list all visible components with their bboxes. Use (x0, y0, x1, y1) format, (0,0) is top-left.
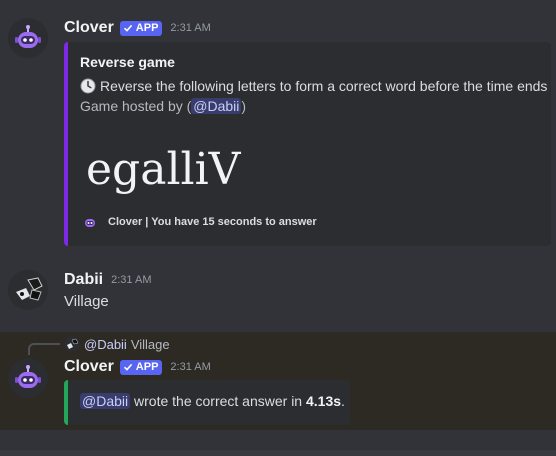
timestamp[interactable]: 2:31 AM (170, 22, 210, 34)
embed-title: Reverse game (80, 54, 175, 70)
message-input-edge (0, 450, 556, 456)
message-text: Village (64, 293, 109, 310)
embed-host-line: Game hosted by (@Dabii) (80, 98, 246, 114)
host-suffix: ) (241, 98, 247, 114)
answer-text: wrote the correct answer in (134, 393, 303, 409)
footer-robot-icon (80, 212, 100, 232)
reply-reference[interactable]: @Dabii Village (64, 336, 170, 352)
host-mention[interactable]: @Dabii (191, 98, 242, 114)
reply-connector (28, 343, 60, 355)
chat-window: Clover APP 2:31 AM Reverse game Reverse … (0, 0, 556, 456)
message-header: Dabii 2:31 AM (64, 271, 151, 289)
username[interactable]: Clover (64, 19, 114, 37)
check-icon (123, 24, 132, 32)
message-header: Clover APP 2:31 AM (64, 19, 211, 37)
winner-mention[interactable]: @Dabii (80, 393, 131, 409)
timestamp[interactable]: 2:31 AM (111, 274, 151, 286)
user-avatar-icon[interactable] (8, 270, 48, 310)
message-header: Clover APP 2:31 AM (64, 358, 211, 376)
embed-description-text: Reverse the following letters to form a … (100, 78, 548, 94)
answer-time: 4.13s (305, 393, 342, 409)
game-embed: Reverse game Reverse the following lette… (64, 42, 551, 246)
check-icon (123, 363, 132, 371)
robot-icon[interactable] (8, 358, 48, 398)
app-badge: APP (119, 20, 163, 36)
reply-mention[interactable]: @Dabii (84, 337, 127, 352)
reply-text: Village (130, 336, 170, 352)
footer-text: Clover | You have 15 seconds to answer (108, 216, 317, 228)
embed-footer: Clover | You have 15 seconds to answer (80, 212, 317, 232)
host-prefix: Game hosted by ( (80, 98, 192, 114)
answer-embed-text: @Dabii wrote the correct answer in 4.13s… (80, 393, 345, 409)
app-badge: APP (119, 359, 163, 375)
scrambled-word: egalliV (86, 144, 241, 195)
clock-icon (80, 78, 96, 94)
username[interactable]: Dabii (64, 271, 103, 289)
username[interactable]: Clover (64, 358, 114, 376)
app-badge-label: APP (135, 21, 159, 34)
timestamp[interactable]: 2:31 AM (170, 361, 210, 373)
answer-period: . (341, 393, 345, 409)
reply-avatar-icon (64, 336, 80, 352)
robot-icon[interactable] (8, 18, 48, 58)
answer-embed: @Dabii wrote the correct answer in 4.13s… (64, 380, 350, 425)
app-badge-label: APP (135, 360, 159, 373)
embed-description: Reverse the following letters to form a … (80, 78, 547, 94)
